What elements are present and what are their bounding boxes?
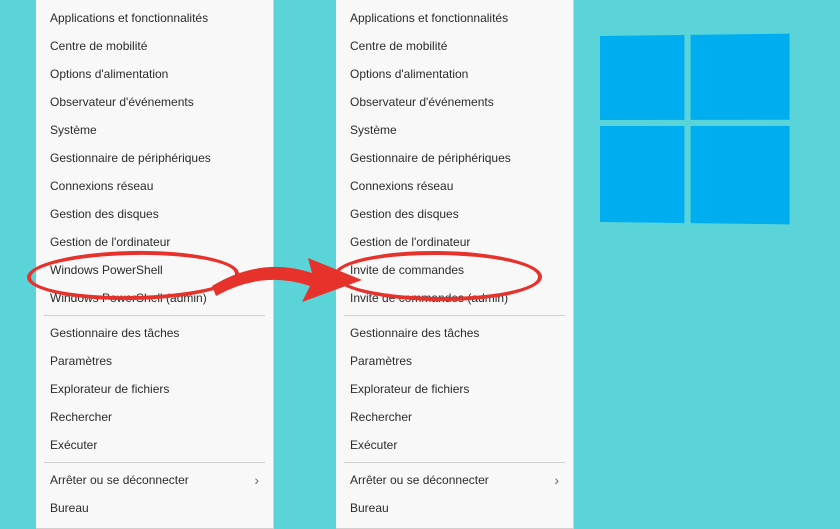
menu-item-search[interactable]: Rechercher (36, 403, 273, 431)
menu-item-disk-management[interactable]: Gestion des disques (336, 200, 573, 228)
menu-separator (344, 462, 565, 463)
menu-item-disk-management[interactable]: Gestion des disques (36, 200, 273, 228)
menu-item-computer-management[interactable]: Gestion de l'ordinateur (36, 228, 273, 256)
menu-item-apps-features[interactable]: Applications et fonctionnalités (36, 4, 273, 32)
menu-item-desktop[interactable]: Bureau (336, 494, 573, 522)
menu-separator (344, 315, 565, 316)
menu-item-file-explorer[interactable]: Explorateur de fichiers (36, 375, 273, 403)
menu-item-settings[interactable]: Paramètres (336, 347, 573, 375)
menu-item-mobility-center[interactable]: Centre de mobilité (336, 32, 573, 60)
menu-item-event-viewer[interactable]: Observateur d'événements (36, 88, 273, 116)
menu-item-mobility-center[interactable]: Centre de mobilité (36, 32, 273, 60)
menu-item-run[interactable]: Exécuter (336, 431, 573, 459)
menu-item-task-manager[interactable]: Gestionnaire des tâches (36, 319, 273, 347)
menu-item-system[interactable]: Système (336, 116, 573, 144)
menu-item-task-manager[interactable]: Gestionnaire des tâches (336, 319, 573, 347)
menu-item-command-prompt-admin[interactable]: Invite de commandes (admin) (336, 284, 573, 312)
winx-context-menu-left: Applications et fonctionnalités Centre d… (36, 0, 274, 529)
menu-item-file-explorer[interactable]: Explorateur de fichiers (336, 375, 573, 403)
menu-item-device-manager[interactable]: Gestionnaire de périphériques (36, 144, 273, 172)
menu-item-power-options[interactable]: Options d'alimentation (336, 60, 573, 88)
menu-item-shutdown-signout[interactable]: Arrêter ou se déconnecter (336, 466, 573, 494)
menu-item-device-manager[interactable]: Gestionnaire de périphériques (336, 144, 573, 172)
menu-item-search[interactable]: Rechercher (336, 403, 573, 431)
menu-item-computer-management[interactable]: Gestion de l'ordinateur (336, 228, 573, 256)
menu-item-settings[interactable]: Paramètres (36, 347, 273, 375)
menu-separator (44, 315, 265, 316)
menu-item-network-connections[interactable]: Connexions réseau (336, 172, 573, 200)
menu-item-desktop[interactable]: Bureau (36, 494, 273, 522)
menu-item-apps-features[interactable]: Applications et fonctionnalités (336, 4, 573, 32)
menu-item-command-prompt[interactable]: Invite de commandes (336, 256, 573, 284)
menu-item-shutdown-signout[interactable]: Arrêter ou se déconnecter (36, 466, 273, 494)
menu-item-powershell[interactable]: Windows PowerShell (36, 256, 273, 284)
menu-item-event-viewer[interactable]: Observateur d'événements (336, 88, 573, 116)
menu-item-network-connections[interactable]: Connexions réseau (36, 172, 273, 200)
menu-item-run[interactable]: Exécuter (36, 431, 273, 459)
menu-item-powershell-admin[interactable]: Windows PowerShell (admin) (36, 284, 273, 312)
menu-item-power-options[interactable]: Options d'alimentation (36, 60, 273, 88)
windows-logo-icon (600, 34, 790, 225)
menu-item-system[interactable]: Système (36, 116, 273, 144)
menu-separator (44, 462, 265, 463)
winx-context-menu-right: Applications et fonctionnalités Centre d… (336, 0, 574, 529)
